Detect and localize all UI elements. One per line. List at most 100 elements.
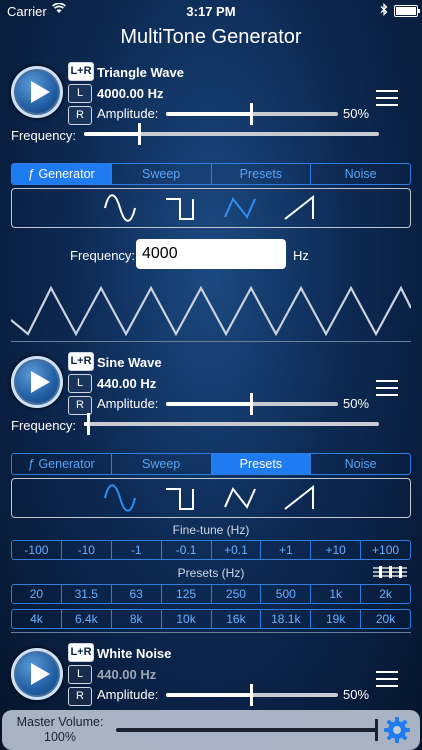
status-bar: Carrier 3:17 PM	[0, 0, 422, 22]
amplitude-label: Amplitude:	[97, 396, 159, 411]
frequency-slider[interactable]	[84, 422, 379, 426]
frequency-display: 4000.00 Hz	[97, 86, 164, 101]
tab-noise[interactable]: Noise	[310, 164, 410, 184]
amplitude-value: 50%	[343, 396, 370, 411]
preset-button[interactable]: 6.4k	[60, 610, 111, 628]
sliders-icon[interactable]	[372, 565, 408, 579]
frequency-slider-thumb[interactable]	[138, 123, 141, 145]
channel-r-button[interactable]: R	[68, 687, 92, 706]
app-title: MultiTone Generator	[120, 26, 302, 48]
preset-button[interactable]: 20k	[360, 610, 410, 628]
preset-button[interactable]: 500	[260, 585, 310, 603]
preset-button[interactable]: 31.5	[60, 585, 111, 603]
finetune-button[interactable]: +0.1	[210, 541, 261, 559]
sine-wave-icon[interactable]	[103, 191, 137, 225]
square-wave-icon[interactable]	[163, 191, 197, 225]
presets-label: Presets (Hz)	[177, 566, 245, 580]
preset-button[interactable]: 16k	[210, 610, 261, 628]
play-button-generator3[interactable]	[11, 648, 63, 700]
square-wave-icon[interactable]	[163, 481, 197, 515]
finetune-buttons: -100 -10 -1 -0.1 +0.1 +1 +10 +100	[11, 540, 411, 560]
preset-button[interactable]: 8k	[110, 610, 161, 628]
preset-button[interactable]: 63	[110, 585, 161, 603]
triangle-wave-icon[interactable]	[223, 481, 257, 515]
preset-button[interactable]: 4k	[12, 610, 61, 628]
wave-name: Triangle Wave	[97, 65, 184, 80]
finetune-button[interactable]: -10	[60, 541, 111, 559]
play-button-generator2[interactable]	[11, 356, 63, 408]
frequency-label: Frequency:	[11, 418, 77, 433]
master-volume-label: Master Volume: 100%	[8, 715, 112, 745]
tab-presets[interactable]: Presets	[210, 454, 311, 474]
mode-tabs-generator2: ƒ Generator Sweep Presets Noise	[11, 453, 411, 475]
preset-button[interactable]: 20	[12, 585, 61, 603]
frequency-input-label: Frequency:	[70, 248, 136, 263]
battery-icon	[394, 5, 420, 17]
tab-presets[interactable]: Presets	[210, 164, 311, 184]
mode-tabs-generator1: ƒ Generator Sweep Presets Noise	[11, 163, 411, 185]
sine-wave-icon[interactable]	[103, 481, 137, 515]
finetune-label: Fine-tune (Hz)	[172, 523, 250, 537]
tab-sweep[interactable]: Sweep	[110, 164, 211, 184]
play-button-generator1[interactable]	[11, 66, 63, 118]
preset-button[interactable]: 18.1k	[260, 610, 310, 628]
channel-l-button[interactable]: L	[68, 374, 92, 393]
waveform-selector	[11, 188, 411, 228]
presets-row-2: 4k 6.4k 8k 10k 16k 18.1k 19k 20k	[11, 609, 411, 629]
master-volume-thumb[interactable]	[375, 719, 378, 741]
channel-r-button[interactable]: R	[68, 106, 92, 125]
amplitude-label: Amplitude:	[97, 106, 159, 121]
frequency-slider-thumb[interactable]	[87, 413, 90, 435]
wave-name: Sine Wave	[97, 355, 162, 370]
master-volume-title: Master Volume:	[16, 715, 104, 729]
generator-divider	[11, 632, 411, 633]
wave-name: White Noise	[97, 646, 172, 661]
frequency-label: Frequency:	[11, 128, 77, 143]
menu-icon[interactable]	[376, 380, 398, 396]
presets-row-1: 20 31.5 63 125 250 500 1k 2k	[11, 584, 411, 604]
frequency-input[interactable]: 4000	[136, 239, 286, 269]
amplitude-slider-thumb[interactable]	[250, 103, 253, 125]
amplitude-value: 50%	[343, 687, 370, 702]
frequency-display: 440.00 Hz	[97, 376, 157, 391]
gear-icon[interactable]	[382, 715, 412, 745]
finetune-button[interactable]: -1	[110, 541, 161, 559]
tab-generator[interactable]: ƒ Generator	[12, 164, 111, 184]
menu-icon[interactable]	[376, 671, 398, 687]
frequency-display: 440.00 Hz	[97, 667, 157, 682]
preset-button[interactable]: 125	[160, 585, 211, 603]
preset-button[interactable]: 250	[210, 585, 261, 603]
channel-l-button[interactable]: L	[68, 665, 92, 684]
finetune-button[interactable]: -100	[12, 541, 61, 559]
frequency-slider[interactable]	[84, 132, 379, 136]
channel-lr-button[interactable]: L+R	[68, 352, 94, 371]
preset-button[interactable]: 10k	[160, 610, 211, 628]
channel-l-button[interactable]: L	[68, 84, 92, 103]
waveform-selector	[11, 478, 411, 518]
channel-lr-button[interactable]: L+R	[68, 62, 94, 81]
tab-generator[interactable]: ƒ Generator	[12, 454, 111, 474]
tab-sweep[interactable]: Sweep	[110, 454, 211, 474]
sawtooth-wave-icon[interactable]	[283, 481, 317, 515]
hz-unit-label: Hz	[293, 248, 309, 263]
finetune-button[interactable]: +100	[360, 541, 410, 559]
triangle-wave-icon[interactable]	[223, 191, 257, 225]
clock: 3:17 PM	[186, 4, 236, 19]
master-volume-slider[interactable]	[116, 728, 378, 732]
amplitude-slider-thumb[interactable]	[250, 684, 253, 706]
finetune-button[interactable]: +10	[310, 541, 360, 559]
preset-button[interactable]: 1k	[310, 585, 360, 603]
finetune-button[interactable]: -0.1	[160, 541, 211, 559]
tab-noise[interactable]: Noise	[310, 454, 410, 474]
preset-button[interactable]: 2k	[360, 585, 410, 603]
master-volume-value: 100%	[44, 730, 76, 744]
amplitude-slider-thumb[interactable]	[250, 393, 253, 415]
preset-button[interactable]: 19k	[310, 610, 360, 628]
menu-icon[interactable]	[376, 90, 398, 106]
channel-lr-button[interactable]: L+R	[68, 643, 94, 662]
master-volume-bar: Master Volume: 100%	[2, 710, 420, 750]
sawtooth-wave-icon[interactable]	[283, 191, 317, 225]
bluetooth-icon	[380, 2, 388, 19]
finetune-button[interactable]: +1	[260, 541, 310, 559]
amplitude-label: Amplitude:	[97, 687, 159, 702]
